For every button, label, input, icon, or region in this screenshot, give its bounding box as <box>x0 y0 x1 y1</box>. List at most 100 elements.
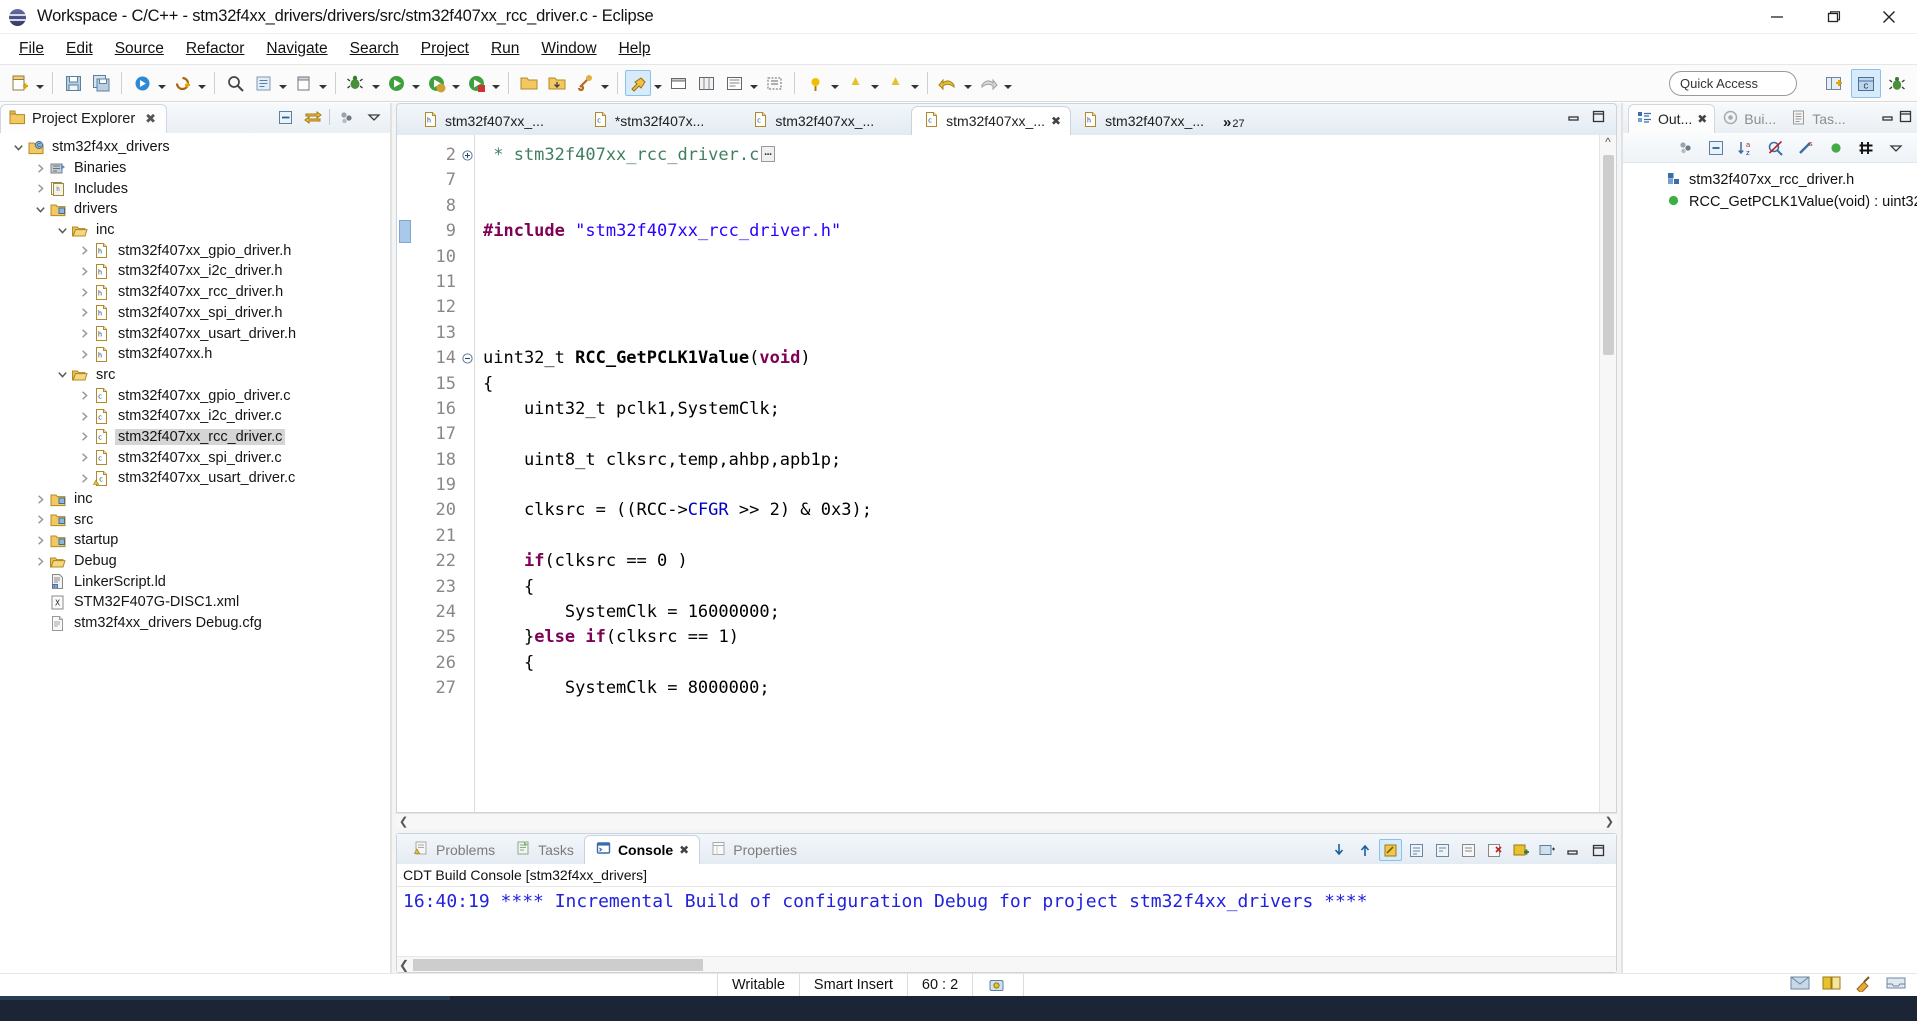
debug-dropdown-arrow[interactable] <box>370 70 382 96</box>
editor-tab-overflow[interactable]: » 27 <box>1223 114 1245 135</box>
sort-icon[interactable]: az <box>1735 137 1757 159</box>
tree-item[interactable]: h stm32f407xx.h <box>0 344 390 365</box>
code-line[interactable]: SystemClk = 16000000; <box>483 600 1599 625</box>
remove-console-icon[interactable] <box>1483 839 1506 861</box>
editor-vertical-scrollbar[interactable]: ^ <box>1599 135 1616 812</box>
forward-button[interactable] <box>975 70 1001 96</box>
gutter-slot[interactable] <box>397 245 413 270</box>
menu-edit[interactable]: Edit <box>55 38 104 60</box>
editor-marker-gutter[interactable] <box>397 135 413 812</box>
external-tools-dropdown-arrow[interactable] <box>599 70 611 96</box>
menu-search[interactable]: Search <box>339 38 410 60</box>
chevron-right-icon[interactable] <box>76 307 92 318</box>
display-console-icon[interactable] <box>1535 839 1558 861</box>
chevron-right-icon[interactable] <box>32 514 48 525</box>
tree-item[interactable]: h stm32f407xx_gpio_driver.h <box>0 240 390 261</box>
open-perspective-button[interactable] <box>1819 69 1849 98</box>
scroll-lock-icon[interactable] <box>1431 839 1454 861</box>
tab-project-explorer[interactable]: Project Explorer ✖ <box>0 104 168 133</box>
console-tab[interactable]: Properties <box>700 836 807 864</box>
pin-dropdown-arrow[interactable] <box>652 70 664 96</box>
editor-tab[interactable]: h stm32f407xx_... <box>1071 107 1215 135</box>
chevron-right-icon[interactable] <box>76 245 92 256</box>
code-line[interactable]: SystemClk = 8000000; <box>483 676 1599 701</box>
gutter-slot[interactable] <box>397 422 413 447</box>
coverage-button[interactable] <box>423 70 449 96</box>
previous-annotation-dropdown-arrow[interactable] <box>829 70 841 96</box>
scroll-lock-up-icon[interactable] <box>1353 839 1376 861</box>
tray-icon[interactable] <box>1885 974 1907 996</box>
gutter-slot[interactable] <box>397 346 413 371</box>
chevron-right-icon[interactable] <box>76 452 92 463</box>
console-horizontal-scrollbar[interactable]: ❮ <box>397 956 1616 972</box>
tree-item[interactable]: X STM32F407G-DISC1.xml <box>0 592 390 613</box>
run-button[interactable] <box>383 70 409 96</box>
chevron-right-icon[interactable] <box>32 535 48 546</box>
view-menu-icon[interactable] <box>1885 137 1907 159</box>
tree-item[interactable]: inc <box>0 220 390 241</box>
code-line[interactable]: }else if(clksrc == 1) <box>483 625 1599 650</box>
tree-item[interactable]: Binaries <box>0 158 390 179</box>
tree-item[interactable]: h Includes <box>0 178 390 199</box>
outline-tree[interactable]: stm32f407xx_rcc_driver.h RCC_GetPCLK1Valu… <box>1623 163 1917 973</box>
registers-view-button[interactable] <box>721 70 747 96</box>
profile-button[interactable] <box>463 70 489 96</box>
hide-fields-icon[interactable] <box>1765 137 1787 159</box>
gutter-slot[interactable] <box>397 321 413 346</box>
registers-dropdown-arrow[interactable] <box>748 70 760 96</box>
collapse-all-icon[interactable] <box>273 106 297 128</box>
link-with-editor-icon[interactable] <box>1675 137 1697 159</box>
menu-project[interactable]: Project <box>410 38 480 60</box>
maximize-icon[interactable] <box>1591 109 1606 129</box>
minimize-window-button[interactable] <box>1749 0 1805 34</box>
console-tab[interactable]: Problems <box>403 836 505 864</box>
console-tab[interactable]: Console ✖ <box>583 835 701 864</box>
collapse-all-icon[interactable] <box>1705 137 1727 159</box>
minimize-icon[interactable] <box>1880 109 1895 129</box>
chevron-right-icon[interactable] <box>76 431 92 442</box>
tree-item[interactable]: inc <box>0 489 390 510</box>
new-console-icon[interactable] <box>1509 839 1532 861</box>
chevron-right-icon[interactable] <box>76 349 92 360</box>
code-line[interactable]: { <box>483 372 1599 397</box>
view-menu-icon[interactable] <box>334 106 358 128</box>
link-with-editor-icon[interactable] <box>301 106 325 128</box>
editor-tab[interactable]: c stm32f407xx_... ✖ <box>911 106 1072 135</box>
last-edit-location-button[interactable] <box>882 70 908 96</box>
gutter-slot[interactable] <box>397 168 413 193</box>
minimize-icon[interactable] <box>1566 109 1581 129</box>
scroll-up-icon[interactable]: ^ <box>1605 135 1611 151</box>
code-line[interactable] <box>483 295 1599 320</box>
new-dropdown-arrow[interactable] <box>34 70 46 96</box>
tree-item[interactable]: c stm32f407xx_spi_driver.c <box>0 447 390 468</box>
chevron-right-icon[interactable] <box>76 287 92 298</box>
outline-item[interactable]: RCC_GetPCLK1Value(void) : uint32_t <box>1623 191 1917 213</box>
memory-view-button[interactable] <box>693 70 719 96</box>
chevron-right-icon[interactable] <box>32 556 48 567</box>
tree-item[interactable]: startup <box>0 530 390 551</box>
gutter-slot[interactable] <box>397 397 413 422</box>
tree-item[interactable]: h stm32f407xx_i2c_driver.h <box>0 261 390 282</box>
menu-help[interactable]: Help <box>608 38 662 60</box>
pin-console-icon[interactable] <box>1405 839 1428 861</box>
console-tab[interactable]: Tasks <box>505 836 584 864</box>
tree-item[interactable]: Cstm32f4xx_drivers <box>0 137 390 158</box>
gutter-slot[interactable] <box>397 448 413 473</box>
tree-item[interactable]: stm32f4xx_drivers Debug.cfg <box>0 613 390 634</box>
maximize-icon[interactable] <box>1587 839 1610 861</box>
code-line[interactable] <box>483 270 1599 295</box>
outline-tab[interactable]: Tas... <box>1783 104 1852 133</box>
gutter-slot[interactable] <box>397 295 413 320</box>
maximize-window-button[interactable] <box>1805 0 1861 34</box>
gutter-slot[interactable] <box>397 549 413 574</box>
run-dropdown-arrow[interactable] <box>410 70 422 96</box>
code-line[interactable] <box>483 168 1599 193</box>
gutter-slot[interactable] <box>397 473 413 498</box>
chevron-right-icon[interactable] <box>32 163 48 174</box>
outline-item[interactable]: stm32f407xx_rcc_driver.h <box>1623 169 1917 191</box>
editor-folding-gutter[interactable] <box>461 135 475 812</box>
outline-tab[interactable]: Bui... <box>1715 104 1783 133</box>
chevron-right-icon[interactable] <box>76 390 92 401</box>
build-all-button[interactable] <box>129 70 155 96</box>
chevron-right-icon[interactable] <box>76 266 92 277</box>
